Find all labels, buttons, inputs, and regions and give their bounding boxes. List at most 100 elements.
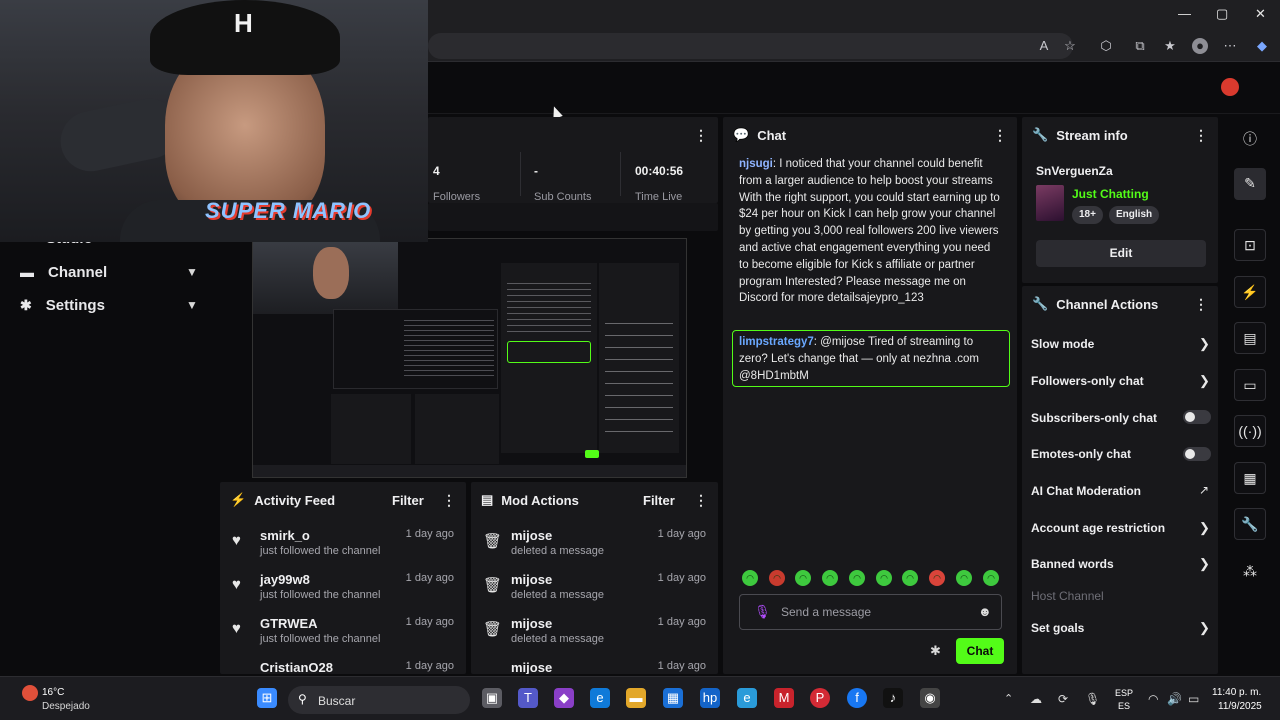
more-menu-icon[interactable]: ⋯	[1222, 38, 1238, 54]
emote-icon[interactable]: ◠	[902, 570, 918, 586]
banned-words-item[interactable]: Banned words	[1031, 557, 1114, 571]
user-avatar[interactable]	[1221, 78, 1239, 96]
app-icon[interactable]: ◉	[920, 688, 940, 708]
copilot-app-icon[interactable]: ◆	[554, 688, 574, 708]
wrench-icon[interactable]: 🔧	[1234, 508, 1266, 540]
weather-desc[interactable]: Despejado	[42, 701, 90, 712]
capture-icon[interactable]: ⊡	[1234, 229, 1266, 261]
profile-avatar-icon[interactable]: ●	[1192, 38, 1208, 54]
teams-icon[interactable]: T	[518, 688, 538, 708]
chat-input[interactable]: 🎙 Send a message ☻	[739, 594, 1002, 630]
file-explorer-icon[interactable]: ▬	[626, 688, 646, 708]
emote-icon[interactable]: ◠	[769, 570, 785, 586]
task-view-icon[interactable]: ▣	[482, 688, 502, 708]
mcafee-icon[interactable]: M	[774, 688, 794, 708]
info-icon[interactable]: ⓘ	[1243, 129, 1257, 149]
external-link-icon[interactable]: ↗	[1199, 483, 1209, 497]
pencil-icon[interactable]: ✎	[1234, 168, 1266, 200]
weather-temp[interactable]: 16°C	[42, 687, 64, 698]
clock-date[interactable]: 11/9/2025	[1218, 701, 1262, 712]
mod-username[interactable]: mijose	[511, 616, 552, 631]
battery-icon[interactable]: ▭	[1188, 692, 1199, 706]
microphone-icon[interactable]: 🎙	[754, 604, 771, 620]
stream-preview[interactable]	[252, 238, 687, 478]
mod-username[interactable]: mijose	[511, 660, 552, 674]
sidebar-item-channel[interactable]: ▬ Channel ▼	[20, 260, 198, 284]
slow-mode-item[interactable]: Slow mode	[1031, 337, 1094, 351]
language-code[interactable]: ESP	[1115, 688, 1133, 698]
emote-icon[interactable]: ◠	[742, 570, 758, 586]
pinterest-icon[interactable]: P	[810, 688, 830, 708]
send-chat-button[interactable]: Chat	[956, 638, 1004, 664]
apps-icon[interactable]: ⁂	[1243, 563, 1257, 580]
activity-filter-button[interactable]: Filter	[392, 493, 424, 508]
mic-tray-icon[interactable]: 🎙	[1085, 692, 1100, 706]
maximize-icon[interactable]: ▢	[1216, 6, 1228, 22]
kebab-menu-icon[interactable]: ⋮	[993, 127, 1007, 144]
emote-icon[interactable]: ◠	[983, 570, 999, 586]
copilot-icon[interactable]: ◆	[1254, 38, 1270, 54]
sync-icon[interactable]: ⟳	[1058, 692, 1068, 706]
emote-icon[interactable]: ◠	[929, 570, 945, 586]
tiktok-icon[interactable]: ♪	[883, 688, 903, 708]
minimize-icon[interactable]: —	[1178, 6, 1191, 21]
broadcast-icon[interactable]: ((·))	[1234, 415, 1266, 447]
emote-icon[interactable]: ◠	[956, 570, 972, 586]
category-label[interactable]: Just Chatting	[1072, 187, 1149, 201]
taskbar-search[interactable]: ⚲ Buscar	[288, 686, 470, 714]
clock-time[interactable]: 11:40 p. m.	[1212, 687, 1261, 698]
emote-icon[interactable]: ◠	[795, 570, 811, 586]
feed-username[interactable]: smirk_o	[260, 528, 310, 543]
kebab-menu-icon[interactable]: ⋮	[442, 492, 456, 509]
chevron-right-icon[interactable]: ❯	[1199, 520, 1210, 536]
cloud-icon[interactable]: ☁	[1030, 692, 1042, 706]
feed-username[interactable]: CristianO28	[260, 660, 333, 674]
ai-moderation-item[interactable]: AI Chat Moderation	[1031, 484, 1141, 498]
favorites-icon[interactable]: ★	[1162, 38, 1178, 54]
favorite-star-icon[interactable]: ☆	[1062, 38, 1078, 54]
mod-username[interactable]: mijose	[511, 528, 552, 543]
chat-username[interactable]: limpstrategy7	[739, 336, 814, 348]
wifi-icon[interactable]: ◠	[1148, 692, 1158, 706]
chat-bubble-icon[interactable]: ▭	[1234, 369, 1266, 401]
volume-icon[interactable]: 🔊	[1167, 692, 1182, 706]
emote-icon[interactable]: ◠	[849, 570, 865, 586]
mod-username[interactable]: mijose	[511, 572, 552, 587]
feed-username[interactable]: GTRWEA	[260, 616, 318, 631]
ie-icon[interactable]: e	[737, 688, 757, 708]
hp-icon[interactable]: hp	[700, 688, 720, 708]
extensions-icon[interactable]: ⬡	[1098, 38, 1114, 54]
weather-icon[interactable]	[22, 685, 38, 701]
keyboard-layout[interactable]: ES	[1118, 701, 1130, 711]
address-bar[interactable]	[428, 33, 1073, 59]
layout-icon[interactable]: ▦	[1234, 462, 1266, 494]
sidebar-item-settings[interactable]: ✱ Settings ▼	[20, 293, 198, 317]
facebook-icon[interactable]: f	[847, 688, 867, 708]
set-goals-item[interactable]: Set goals	[1031, 621, 1084, 635]
chevron-right-icon[interactable]: ❯	[1199, 336, 1210, 352]
emoji-icon[interactable]: ☻	[978, 604, 992, 619]
close-icon[interactable]: ✕	[1255, 6, 1266, 22]
document-icon[interactable]: ▤	[1234, 322, 1266, 354]
emotes-only-toggle[interactable]	[1183, 447, 1211, 461]
kebab-menu-icon[interactable]: ⋮	[694, 127, 708, 144]
kebab-menu-icon[interactable]: ⋮	[1194, 127, 1208, 144]
kebab-menu-icon[interactable]: ⋮	[694, 492, 708, 509]
kebab-menu-icon[interactable]: ⋮	[1194, 296, 1208, 313]
split-screen-icon[interactable]: ⧉	[1132, 38, 1148, 54]
chat-settings-gear-icon[interactable]: ✱	[930, 643, 941, 659]
emote-icon[interactable]: ◠	[822, 570, 838, 586]
edit-stream-info-button[interactable]: Edit	[1036, 240, 1206, 267]
windows-start-icon[interactable]: ⊞	[257, 688, 277, 708]
chevron-right-icon[interactable]: ❯	[1199, 373, 1210, 389]
store-icon[interactable]: ▦	[663, 688, 683, 708]
lightning-icon[interactable]: ⚡	[1234, 276, 1266, 308]
chat-username[interactable]: njsugi	[739, 158, 773, 170]
followers-only-item[interactable]: Followers-only chat	[1031, 374, 1144, 388]
subscribers-only-toggle[interactable]	[1183, 410, 1211, 424]
emote-icon[interactable]: ◠	[876, 570, 892, 586]
account-age-item[interactable]: Account age restriction	[1031, 521, 1165, 535]
read-aloud-icon[interactable]: A	[1036, 38, 1052, 54]
tray-chevron-icon[interactable]: ⌃	[1004, 692, 1013, 705]
chevron-right-icon[interactable]: ❯	[1199, 556, 1210, 572]
